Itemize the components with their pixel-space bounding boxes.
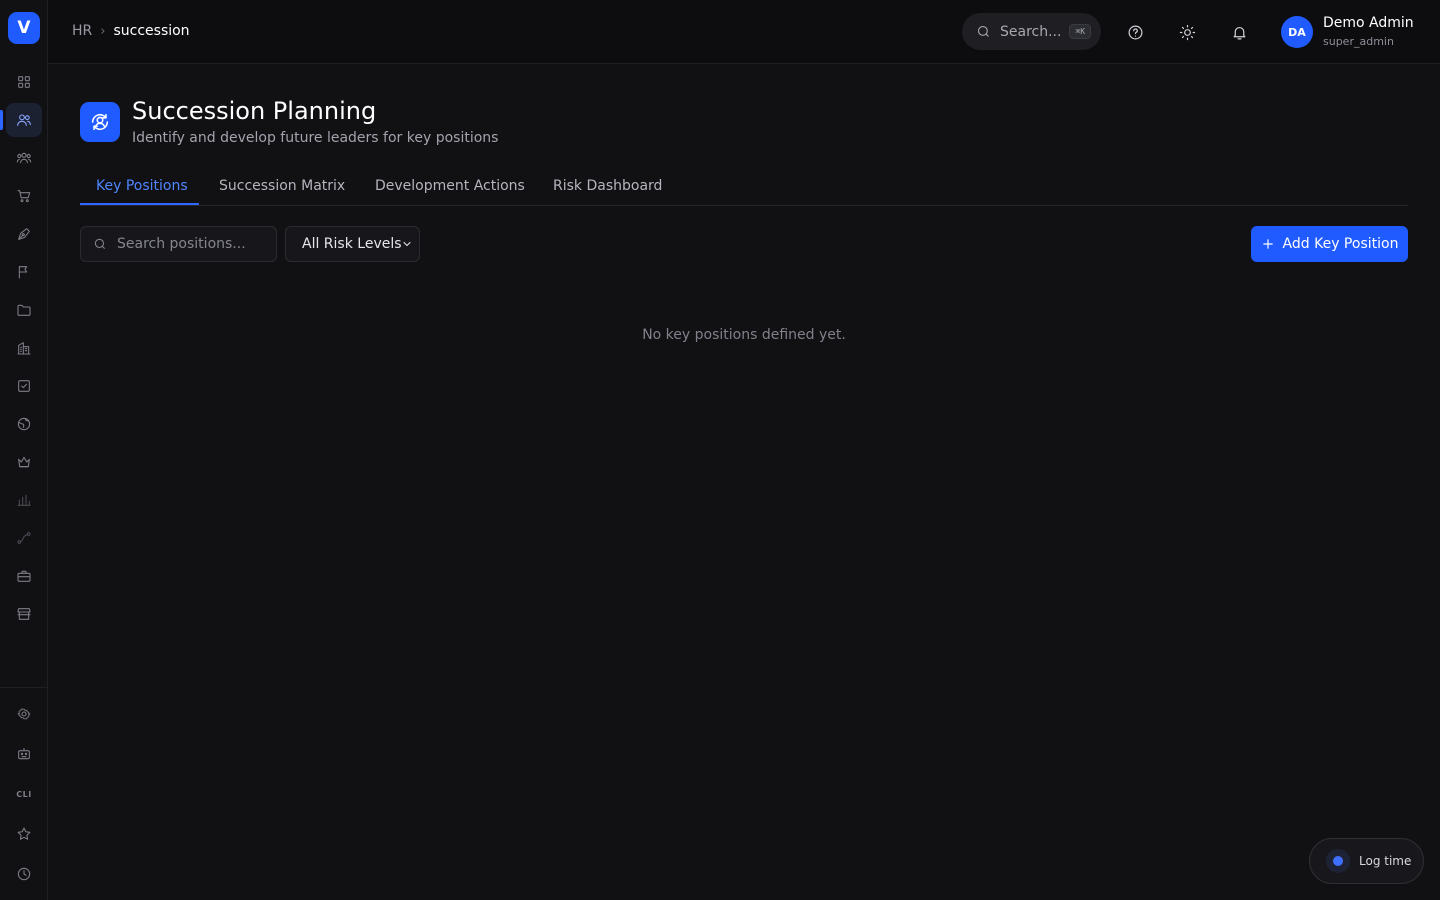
theme-toggle-button[interactable] bbox=[1175, 20, 1199, 44]
sidebar-item-team[interactable] bbox=[6, 141, 42, 175]
sidebar: V CLI bbox=[0, 0, 48, 900]
chevron-right-icon: › bbox=[100, 23, 106, 39]
global-search-button[interactable]: Search... ⌘K bbox=[962, 13, 1101, 50]
building-icon bbox=[17, 342, 31, 355]
sidebar-item-settings[interactable] bbox=[6, 697, 42, 731]
risk-level-select[interactable]: All Risk Levels bbox=[285, 226, 420, 262]
bar-chart-icon bbox=[17, 494, 31, 506]
plus-icon bbox=[1262, 239, 1273, 249]
sidebar-divider bbox=[0, 687, 47, 688]
sidebar-item-jobs[interactable] bbox=[6, 559, 42, 593]
chevron-down-icon bbox=[401, 238, 413, 250]
sidebar-item-design[interactable] bbox=[6, 217, 42, 251]
log-time-label: Log time bbox=[1359, 854, 1412, 868]
sidebar-item-tasks[interactable] bbox=[6, 369, 42, 403]
cart-icon bbox=[17, 190, 31, 203]
sidebar-item-dashboard[interactable] bbox=[6, 65, 42, 99]
flag-icon bbox=[18, 266, 28, 279]
globe-icon bbox=[17, 417, 31, 431]
folder-icon bbox=[17, 304, 31, 316]
users-icon bbox=[17, 114, 31, 126]
search-shortcut: ⌘K bbox=[1069, 24, 1092, 39]
sidebar-item-favorites[interactable] bbox=[6, 817, 42, 851]
page-subtitle: Identify and develop future leaders for … bbox=[132, 130, 499, 146]
active-nav-indicator bbox=[0, 110, 3, 130]
tab-risk-dashboard[interactable]: Risk Dashboard bbox=[553, 170, 662, 206]
team-icon bbox=[16, 152, 32, 164]
briefcase-icon bbox=[17, 570, 31, 582]
bell-icon bbox=[1233, 26, 1245, 39]
sidebar-item-cli[interactable]: CLI bbox=[6, 777, 42, 811]
position-search-input[interactable] bbox=[117, 236, 267, 252]
star-icon bbox=[17, 827, 31, 840]
add-key-position-button[interactable]: Add Key Position bbox=[1251, 226, 1408, 262]
sidebar-item-automation[interactable] bbox=[6, 737, 42, 771]
help-button[interactable] bbox=[1123, 20, 1147, 44]
sidebar-item-global[interactable] bbox=[6, 407, 42, 441]
user-role: super_admin bbox=[1323, 35, 1394, 48]
succession-icon bbox=[80, 102, 120, 142]
crown-icon bbox=[18, 456, 30, 468]
sidebar-item-files[interactable] bbox=[6, 293, 42, 327]
route-icon bbox=[17, 532, 31, 544]
breadcrumb: HR › succession bbox=[72, 23, 190, 39]
sun-icon bbox=[1179, 24, 1195, 40]
page-title: Succession Planning bbox=[132, 97, 377, 125]
clock-icon bbox=[17, 867, 31, 881]
empty-state-message: No key positions defined yet. bbox=[642, 327, 846, 343]
search-icon bbox=[94, 238, 106, 250]
app-logo-letter: V bbox=[17, 18, 31, 38]
tab-key-positions[interactable]: Key Positions bbox=[96, 170, 188, 206]
sidebar-item-campaigns[interactable] bbox=[6, 255, 42, 289]
sidebar-item-hr[interactable] bbox=[6, 103, 42, 137]
sidebar-item-analytics[interactable] bbox=[6, 483, 42, 517]
tab-bar: Key Positions Succession Matrix Developm… bbox=[80, 170, 1408, 206]
global-search-label: Search... bbox=[1000, 23, 1062, 40]
sidebar-item-organization[interactable] bbox=[6, 331, 42, 365]
tab-succession-matrix[interactable]: Succession Matrix bbox=[219, 170, 345, 206]
timer-icon bbox=[1326, 849, 1350, 873]
sidebar-item-store[interactable] bbox=[6, 597, 42, 631]
robot-icon bbox=[18, 748, 30, 760]
sidebar-item-leadership[interactable] bbox=[6, 445, 42, 479]
help-icon bbox=[1128, 25, 1142, 39]
checkbox-icon bbox=[18, 380, 30, 392]
user-name[interactable]: Demo Admin bbox=[1323, 15, 1414, 31]
tab-development-actions[interactable]: Development Actions bbox=[375, 170, 525, 206]
cli-icon: CLI bbox=[16, 789, 32, 799]
position-search bbox=[80, 226, 277, 262]
sidebar-item-commerce[interactable] bbox=[6, 179, 42, 213]
pen-tool-icon bbox=[18, 228, 30, 240]
top-bar: HR › succession Search... ⌘K DA Demo Adm… bbox=[48, 0, 1440, 64]
notifications-button[interactable] bbox=[1227, 20, 1251, 44]
active-tab-indicator bbox=[80, 203, 199, 205]
user-avatar[interactable]: DA bbox=[1281, 16, 1313, 48]
add-key-position-label: Add Key Position bbox=[1282, 236, 1399, 252]
risk-level-value: All Risk Levels bbox=[302, 236, 402, 252]
sidebar-item-routes[interactable] bbox=[6, 521, 42, 555]
settings-icon bbox=[17, 708, 31, 720]
grid-icon bbox=[18, 76, 30, 88]
log-time-button[interactable]: Log time bbox=[1309, 838, 1424, 884]
breadcrumb-root[interactable]: HR bbox=[72, 23, 92, 39]
breadcrumb-current: succession bbox=[113, 23, 190, 39]
store-icon bbox=[17, 608, 31, 620]
sidebar-item-history[interactable] bbox=[6, 857, 42, 891]
app-logo[interactable]: V bbox=[8, 12, 40, 44]
search-icon bbox=[977, 25, 989, 37]
